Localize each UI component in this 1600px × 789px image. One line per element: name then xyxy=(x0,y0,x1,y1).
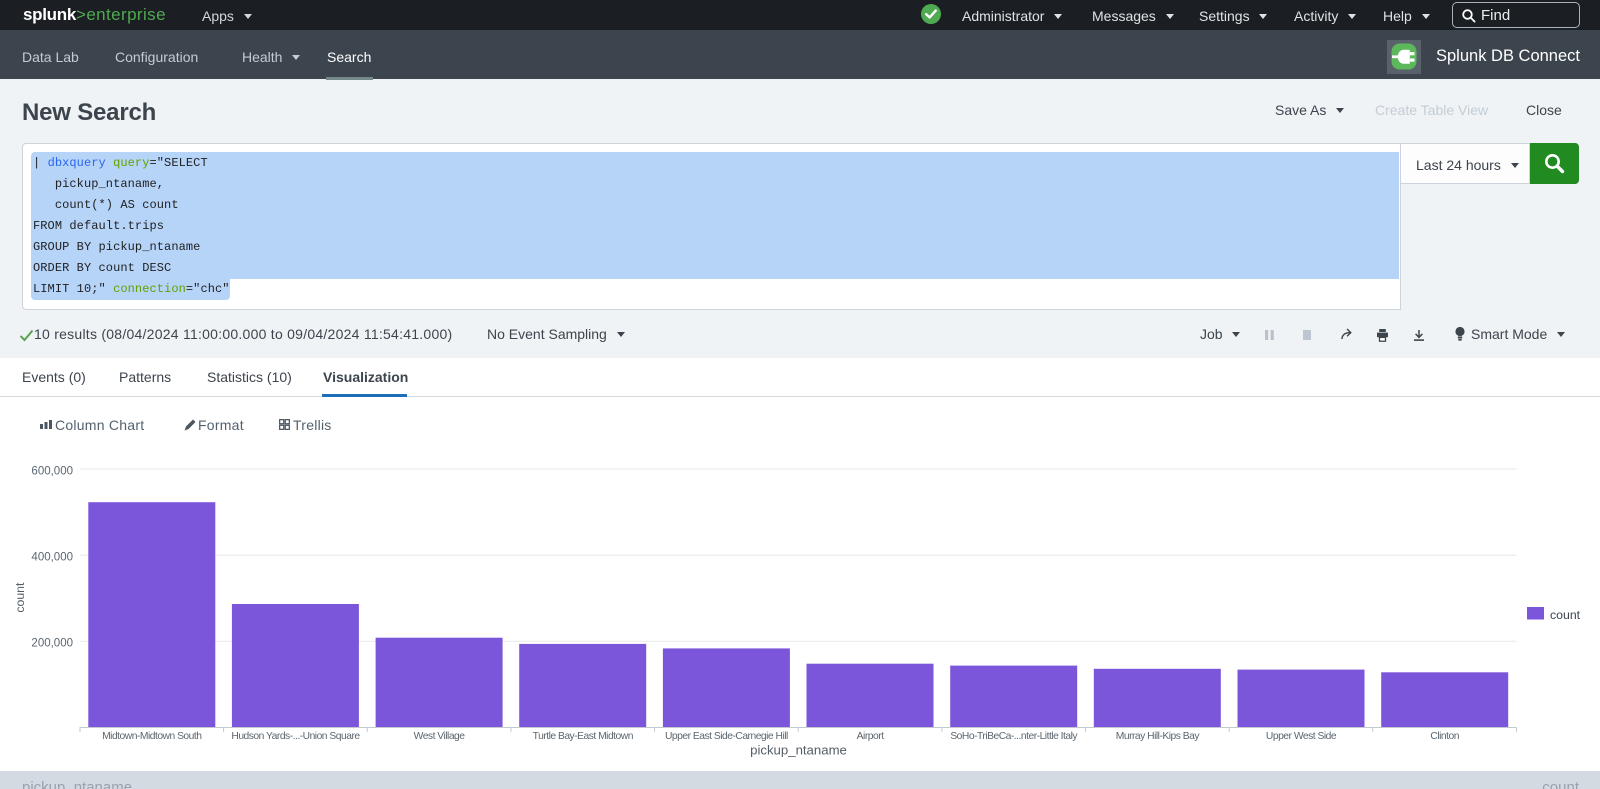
svg-text:Midtown-Midtown South: Midtown-Midtown South xyxy=(102,731,202,742)
svg-text:Murray Hill-Kips Bay: Murray Hill-Kips Bay xyxy=(1116,731,1201,742)
svg-text:Upper West Side: Upper West Side xyxy=(1266,731,1337,742)
svg-text:200,000: 200,000 xyxy=(31,638,73,650)
svg-text:pickup_ntaname: pickup_ntaname xyxy=(750,743,847,758)
svg-text:Hudson Yards-...-Union Square: Hudson Yards-...-Union Square xyxy=(231,731,360,742)
svg-text:400,000: 400,000 xyxy=(31,552,73,564)
svg-text:Clinton: Clinton xyxy=(1430,731,1459,742)
svg-text:Upper East Side-Carnegie Hill: Upper East Side-Carnegie Hill xyxy=(665,731,788,742)
svg-text:600,000: 600,000 xyxy=(31,465,73,477)
svg-text:Turtle Bay-East Midtown: Turtle Bay-East Midtown xyxy=(533,731,634,742)
svg-text:count: count xyxy=(1550,608,1581,622)
svg-text:West Village: West Village xyxy=(414,731,466,742)
svg-text:SoHo-TriBeCa-...nter-Little It: SoHo-TriBeCa-...nter-Little Italy xyxy=(950,731,1078,742)
svg-text:Airport: Airport xyxy=(857,731,884,742)
svg-text:count: count xyxy=(13,582,27,613)
